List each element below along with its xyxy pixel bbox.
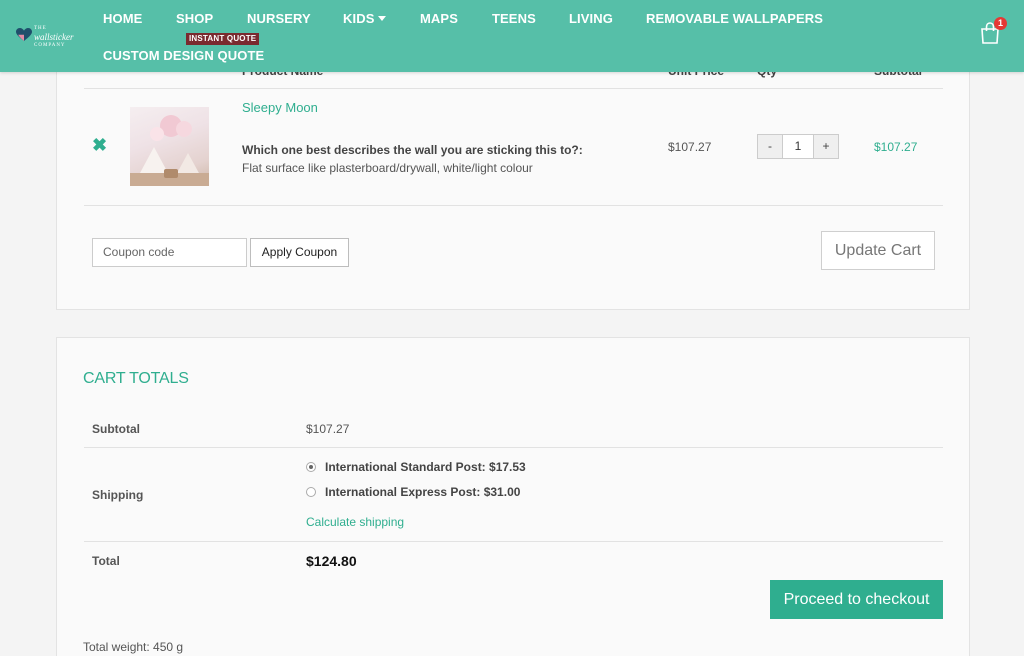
logo-line2: wallsticker [34,32,74,42]
product-option-question: Which one best describes the wall you ar… [242,143,583,157]
divider [84,447,943,448]
nav-maps[interactable]: MAPS [420,11,458,26]
subtotal-value: $107.27 [306,422,350,436]
cart-totals-title: CART TOTALS [83,370,189,387]
nav-teens[interactable]: TEENS [492,11,536,26]
nav-living[interactable]: LIVING [569,11,613,26]
heart-logo-icon [16,28,32,41]
total-value: $124.80 [306,553,357,569]
nav-kids[interactable]: KIDS [343,11,387,26]
remove-item-icon[interactable]: ✖ [92,136,107,154]
site-header: THE wallsticker COMPANY HOME SHOP NURSER… [0,0,1024,72]
divider [84,205,943,206]
nav-custom-design-quote[interactable]: CUSTOM DESIGN QUOTE [103,48,264,63]
shipping-express-radio[interactable] [306,487,316,497]
total-weight: Total weight: 450 g [83,640,184,654]
logo-line1: THE [34,26,47,31]
unit-price: $107.27 [668,140,712,154]
nav-kids-label: KIDS [343,11,375,26]
shipping-label: Shipping [92,488,144,502]
shipping-express-label[interactable]: International Express Post: $31.00 [325,485,520,499]
update-cart-button[interactable]: Update Cart [821,231,935,270]
nav-nursery[interactable]: NURSERY [247,11,311,26]
subtotal-label: Subtotal [92,422,140,436]
calculate-shipping-link[interactable]: Calculate shipping [306,515,404,529]
nav-home[interactable]: HOME [103,11,142,26]
qty-decrease-button[interactable]: - [758,135,783,158]
divider [84,88,943,89]
cart-count-badge: 1 [994,17,1007,30]
proceed-to-checkout-button[interactable]: Proceed to checkout [770,580,943,619]
quantity-stepper: - 1 + [757,134,839,159]
qty-increase-button[interactable]: + [813,135,838,158]
product-option-answer: Flat surface like plasterboard/drywall, … [242,161,533,175]
product-name-link[interactable]: Sleepy Moon [242,100,318,115]
logo-text: THE wallsticker COMPANY [34,25,74,49]
logo-line3: COMPANY [34,43,66,48]
caret-down-icon [378,16,387,21]
coupon-code-input[interactable]: Coupon code [92,238,247,267]
shipping-standard-label[interactable]: International Standard Post: $17.53 [325,460,526,474]
product-thumbnail[interactable] [130,107,209,186]
divider [84,541,943,542]
nav-shop[interactable]: SHOP [176,11,213,26]
shipping-standard-radio[interactable] [306,462,316,472]
nav-removable-wallpapers[interactable]: REMOVABLE WALLPAPERS [646,11,823,26]
total-label: Total [92,554,120,568]
instant-quote-badge: INSTANT QUOTE [186,33,260,45]
logo[interactable]: THE wallsticker COMPANY [14,22,74,48]
apply-coupon-button[interactable]: Apply Coupon [250,238,349,267]
line-subtotal: $107.27 [874,140,918,154]
qty-input[interactable]: 1 [783,135,813,158]
